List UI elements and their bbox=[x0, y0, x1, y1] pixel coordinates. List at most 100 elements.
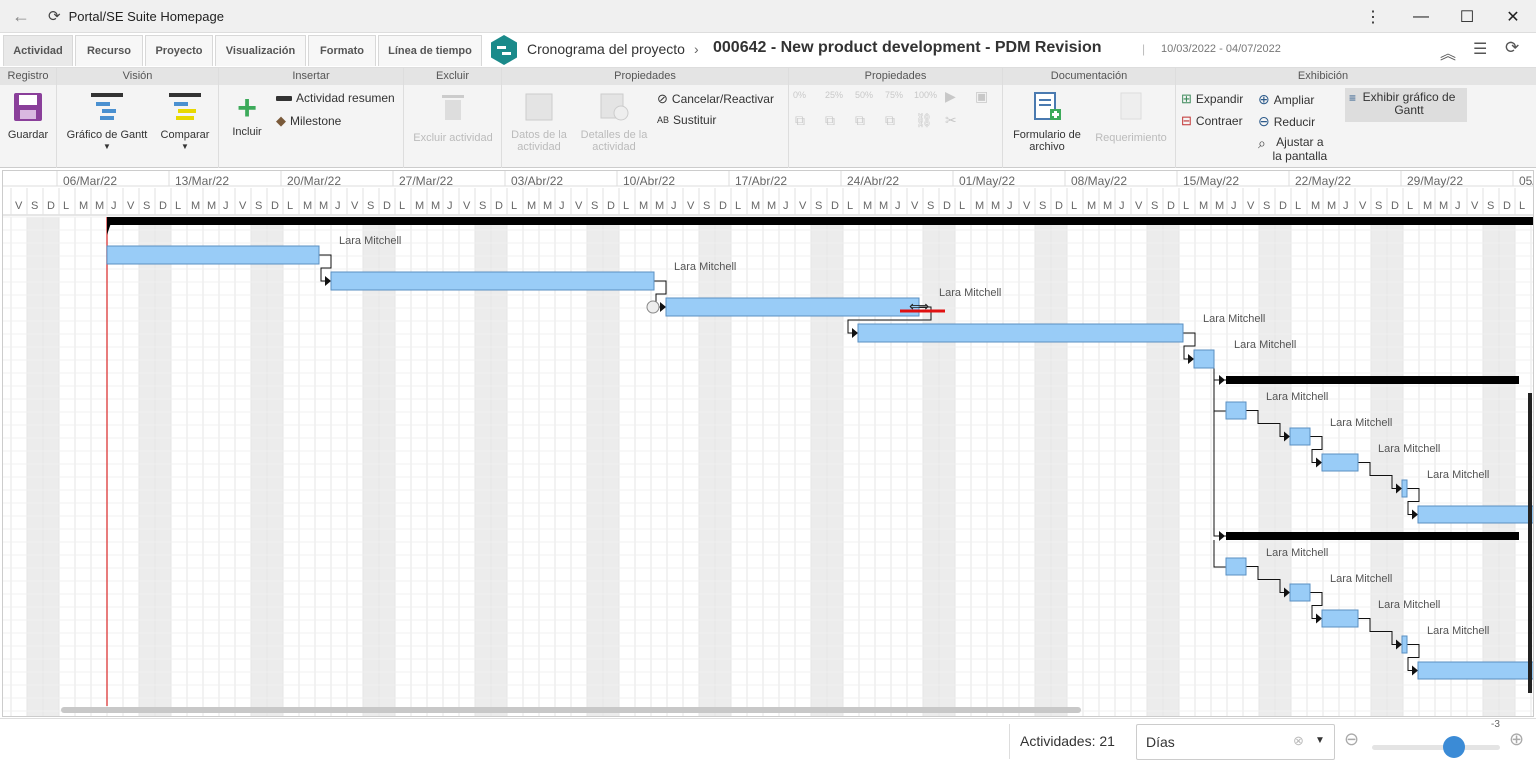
day-label: S bbox=[591, 200, 598, 212]
dependency-arrow-icon bbox=[1188, 354, 1194, 364]
progress-icon-grid: 0% 25% 50% 75% 100% ▶ ▣ ⧉ ⧉ ⧉ ⧉ ⛓ ✂ bbox=[793, 88, 998, 134]
activity-details-button[interactable]: Detalles de la actividad bbox=[576, 91, 652, 153]
collapse-up-icon[interactable]: ︽ bbox=[1440, 40, 1456, 64]
task-bar[interactable] bbox=[1289, 583, 1311, 602]
tab-recurso[interactable]: Recurso bbox=[75, 35, 143, 66]
task-bar[interactable] bbox=[857, 323, 1184, 343]
unlink-icon[interactable]: ✂ bbox=[945, 112, 957, 129]
play-icon[interactable]: ▶ bbox=[945, 88, 956, 105]
task-bar[interactable] bbox=[1193, 349, 1215, 369]
reload-icon[interactable]: ⟳ bbox=[1505, 38, 1519, 58]
maximize-button[interactable]: ☐ bbox=[1444, 0, 1490, 33]
day-label: J bbox=[783, 200, 789, 212]
expand-button[interactable]: ⊞ Expandir bbox=[1181, 91, 1243, 107]
gantt-view-button[interactable]: Gráfico de Gantt ▼ bbox=[62, 91, 152, 153]
zoom-minus-icon[interactable]: ⊖ bbox=[1344, 729, 1359, 750]
weekend-column bbox=[827, 217, 843, 716]
link-icon-3[interactable]: ⧉ bbox=[855, 112, 865, 129]
zoom-in-icon: ⊕ bbox=[1258, 91, 1270, 107]
dropdown-arrow-icon: ▼ bbox=[181, 142, 189, 151]
collapse-button[interactable]: ⊟ Contraer bbox=[1181, 113, 1243, 129]
progress-25-icon[interactable]: 25% bbox=[825, 90, 843, 100]
progress-50-icon[interactable]: 50% bbox=[855, 90, 873, 100]
day-label: L bbox=[1295, 200, 1301, 212]
task-bar[interactable] bbox=[106, 245, 320, 265]
progress-0-icon[interactable]: 0% bbox=[793, 90, 806, 100]
day-label: L bbox=[63, 200, 69, 212]
delete-activity-button[interactable]: Excluir actividad bbox=[408, 91, 498, 144]
list-icon[interactable]: ☰ bbox=[1473, 39, 1487, 59]
save-button[interactable]: Guardar bbox=[4, 91, 52, 141]
zoom-plus-icon[interactable]: ⊕ bbox=[1509, 729, 1524, 750]
compare-button[interactable]: Comparar ▼ bbox=[155, 91, 215, 153]
zoom-in-button[interactable]: ⊕ Ampliar bbox=[1258, 91, 1314, 108]
clear-icon[interactable]: ⊗ bbox=[1293, 733, 1304, 749]
day-label: S bbox=[1263, 200, 1270, 212]
tab-formato[interactable]: Formato bbox=[308, 35, 376, 66]
resource-label: Lara Mitchell bbox=[1330, 573, 1392, 585]
summary-activity-button[interactable]: Actividad resumen bbox=[276, 91, 395, 105]
day-label: M bbox=[767, 200, 776, 212]
day-label: S bbox=[703, 200, 710, 212]
link-icon-4[interactable]: ⧉ bbox=[885, 112, 895, 129]
task-bar[interactable] bbox=[1401, 635, 1408, 654]
tab-visualizacion[interactable]: Visualización bbox=[215, 35, 306, 66]
progress-75-icon[interactable]: 75% bbox=[885, 90, 903, 100]
task-bar[interactable] bbox=[665, 297, 920, 317]
show-gantt-toggle[interactable]: ≡ Exhibir gráfico de Gantt bbox=[1345, 88, 1467, 122]
link-icon-1[interactable]: ⧉ bbox=[795, 112, 805, 129]
weekend-column bbox=[1051, 217, 1067, 716]
zoom-out-label: Reducir bbox=[1273, 114, 1316, 129]
add-activity-button[interactable]: + Incluir bbox=[224, 91, 270, 138]
task-bar[interactable] bbox=[1417, 661, 1534, 680]
task-bar[interactable] bbox=[1321, 453, 1359, 472]
file-form-button[interactable]: Formulario de archivo bbox=[1007, 91, 1087, 153]
fit-to-screen-button[interactable]: ⌕ Ajustar a la pantalla bbox=[1258, 135, 1330, 163]
tab-proyecto[interactable]: Proyecto bbox=[145, 35, 213, 66]
task-bar[interactable] bbox=[1289, 427, 1311, 446]
scale-select[interactable]: Días ⊗ ▼ bbox=[1136, 724, 1335, 760]
gantt-chart[interactable]: 06/Mar/22 13/Mar/22 20/Mar/22 27/Mar/22 03/A… bbox=[2, 170, 1534, 717]
day-label: L bbox=[175, 200, 181, 212]
dropdown-arrow-icon[interactable]: ▼ bbox=[1315, 735, 1325, 746]
milestone-button[interactable]: ◆ Milestone bbox=[276, 113, 341, 129]
task-bar[interactable] bbox=[1225, 401, 1247, 420]
tab-actividad[interactable]: Actividad bbox=[3, 35, 73, 66]
weekend-column bbox=[1387, 217, 1403, 716]
day-label: V bbox=[687, 200, 695, 212]
replace-button[interactable]: AB Sustituir bbox=[657, 113, 716, 127]
task-bar[interactable] bbox=[1225, 557, 1247, 576]
requirement-button[interactable]: Requerimiento bbox=[1090, 91, 1172, 144]
close-button[interactable]: ✕ bbox=[1490, 0, 1536, 33]
task-bar[interactable] bbox=[330, 271, 655, 291]
gantt-canvas[interactable]: 06/Mar/22 13/Mar/22 20/Mar/22 27/Mar/22 03/A… bbox=[3, 171, 1534, 717]
cancel-reactivate-button[interactable]: ⊘ Cancelar/Reactivar bbox=[657, 91, 774, 107]
link-icon-2[interactable]: ⧉ bbox=[825, 112, 835, 129]
progress-100-icon[interactable]: 100% bbox=[914, 90, 937, 100]
clipboard-icon[interactable]: ▣ bbox=[975, 88, 988, 105]
minimize-button[interactable]: — bbox=[1398, 0, 1444, 33]
refresh-icon[interactable]: ⟳ bbox=[48, 7, 61, 25]
breadcrumb-section[interactable]: Cronograma del proyecto bbox=[527, 41, 685, 57]
expand-tree-icon: ⊞ bbox=[1181, 91, 1192, 106]
back-arrow-icon[interactable]: ← bbox=[12, 6, 30, 27]
zoom-slider-track[interactable] bbox=[1372, 745, 1500, 750]
weekend-column bbox=[1371, 217, 1387, 716]
tab-linea-de-tiempo[interactable]: Línea de tiempo bbox=[378, 35, 482, 66]
task-bar[interactable] bbox=[1321, 609, 1359, 628]
day-label: M bbox=[751, 200, 760, 212]
weekend-column bbox=[1499, 217, 1515, 716]
task-bar[interactable] bbox=[1401, 479, 1408, 498]
chain-link-icon[interactable]: ⛓ bbox=[915, 112, 933, 129]
resource-label: Lara Mitchell bbox=[1427, 625, 1489, 637]
weekend-column bbox=[1035, 217, 1051, 716]
activity-data-button[interactable]: Datos de la actividad bbox=[506, 91, 572, 153]
day-label: D bbox=[1167, 200, 1175, 212]
zoom-out-button[interactable]: ⊖ Reducir bbox=[1258, 113, 1315, 130]
task-bar[interactable] bbox=[1417, 505, 1534, 524]
more-options-icon[interactable]: ⋮ bbox=[1350, 0, 1396, 33]
day-label: S bbox=[255, 200, 262, 212]
zoom-slider-thumb[interactable] bbox=[1443, 736, 1465, 758]
day-label: M bbox=[191, 200, 200, 212]
dependency-line bbox=[1213, 384, 1226, 412]
